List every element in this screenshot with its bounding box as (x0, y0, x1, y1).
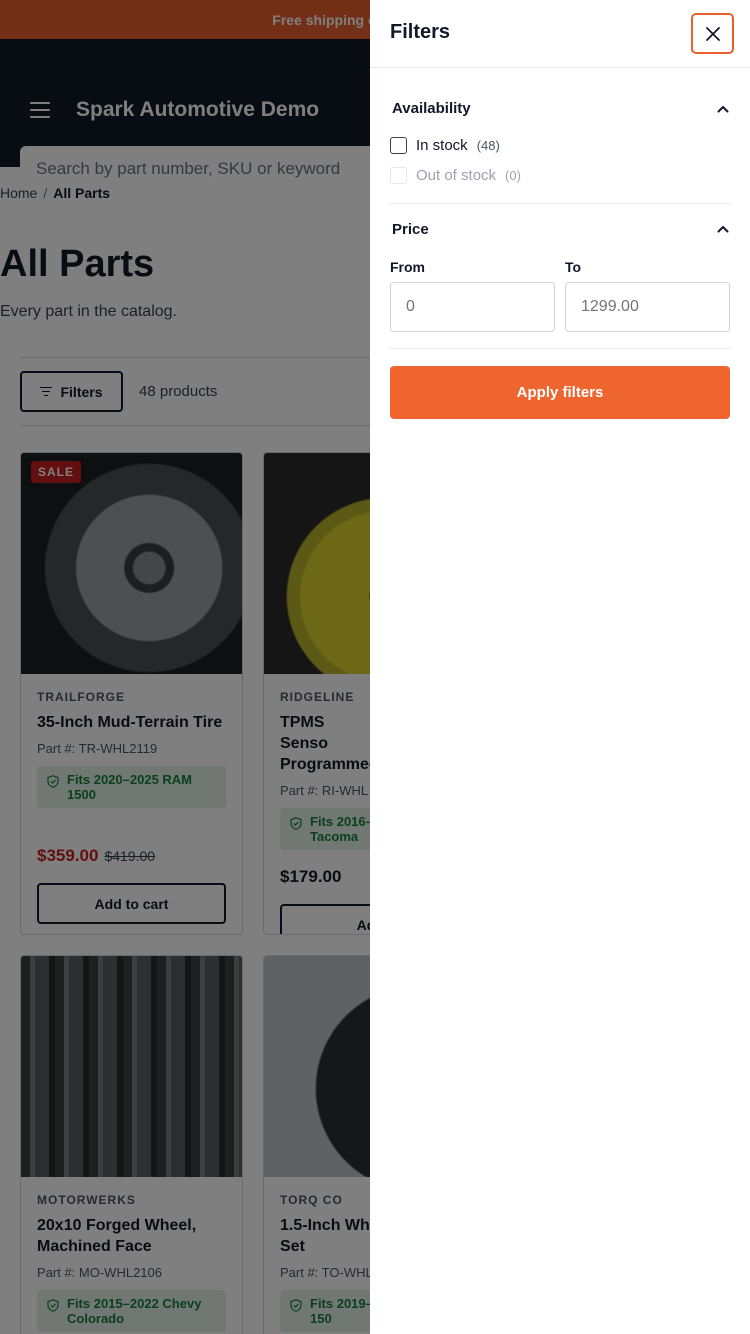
in-stock-checkbox[interactable] (390, 137, 407, 154)
price-heading[interactable]: Price (392, 221, 429, 238)
availability-section: Availability In stock (48) Out of stock … (390, 68, 730, 204)
chevron-up-icon[interactable] (716, 102, 730, 116)
out-of-stock-checkbox (390, 167, 407, 184)
price-from-label: From (390, 259, 425, 275)
close-button[interactable] (691, 13, 734, 54)
apply-filters-button[interactable]: Apply filters (390, 366, 730, 419)
in-stock-option[interactable]: In stock (48) (390, 137, 500, 154)
in-stock-label: In stock (416, 137, 468, 154)
price-to-label: To (565, 259, 582, 275)
out-of-stock-label: Out of stock (416, 167, 497, 184)
price-from-input[interactable] (390, 282, 555, 332)
filter-drawer: Filters Availability In stock (48) Out o… (370, 0, 750, 1334)
price-to-input[interactable] (565, 282, 730, 332)
drawer-header: Filters (370, 0, 750, 68)
in-stock-count: (48) (476, 138, 500, 153)
close-icon (705, 26, 720, 41)
out-of-stock-option: Out of stock (0) (390, 167, 521, 184)
drawer-title: Filters (390, 21, 451, 43)
chevron-up-icon[interactable] (716, 222, 730, 236)
out-of-stock-count: (0) (505, 168, 521, 183)
price-section: Price From To (390, 204, 730, 349)
availability-heading[interactable]: Availability (392, 100, 471, 117)
